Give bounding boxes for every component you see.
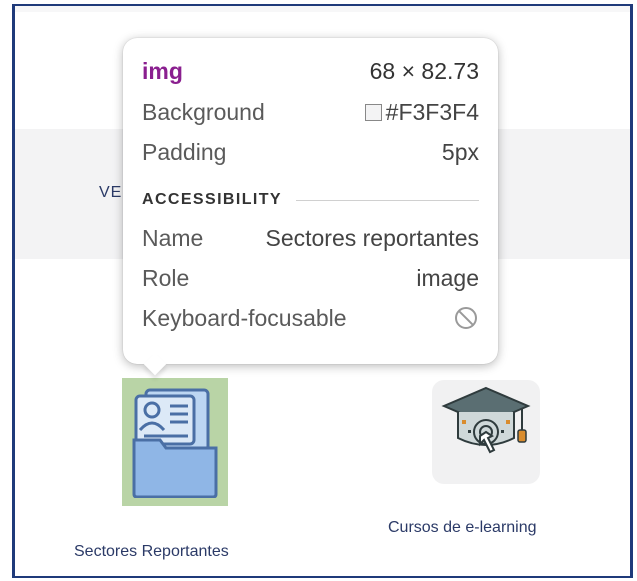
element-dimensions: 68 × 82.73 [369, 57, 479, 84]
name-value: Sectores reportantes [265, 224, 479, 251]
name-label: Name [142, 224, 204, 251]
keyboard-focusable-row: Keyboard-focusable [142, 298, 479, 338]
inspect-tooltip: img 68 × 82.73 Background #F3F3F4 Paddin… [123, 38, 498, 364]
role-value: image [416, 264, 479, 291]
top-strip [15, 6, 630, 12]
role-row: Role image [142, 258, 479, 298]
not-focusable-icon [455, 307, 477, 329]
graduation-cap-cursor-icon [441, 386, 531, 454]
sectores-reportantes-image[interactable] [122, 378, 228, 506]
cursos-elearning-image[interactable] [432, 380, 540, 484]
element-tag: img [142, 57, 183, 84]
band-link[interactable]: VE [99, 184, 122, 202]
color-swatch-icon [364, 103, 382, 121]
caption-cursos-elearning[interactable]: Cursos de e-learning [388, 519, 537, 537]
tooltip-header: img 68 × 82.73 [142, 54, 479, 88]
accessibility-section-header: ACCESSIBILITY [142, 182, 479, 218]
name-row: Name Sectores reportantes [142, 218, 479, 258]
keyboard-focusable-label: Keyboard-focusable [142, 304, 347, 331]
background-row: Background #F3F3F4 [142, 92, 479, 132]
padding-label: Padding [142, 138, 227, 165]
background-label: Background [142, 98, 265, 125]
role-label: Role [142, 264, 190, 291]
background-value: #F3F3F4 [385, 98, 479, 125]
padding-value: 5px [441, 138, 479, 165]
accessibility-title: ACCESSIBILITY [142, 191, 282, 208]
folder-profile-icon [130, 386, 220, 499]
section-divider [296, 199, 479, 201]
caption-sectores-reportantes[interactable]: Sectores Reportantes [74, 543, 229, 561]
padding-row: Padding 5px [142, 132, 479, 172]
background-value-wrap: #F3F3F4 [364, 98, 479, 126]
